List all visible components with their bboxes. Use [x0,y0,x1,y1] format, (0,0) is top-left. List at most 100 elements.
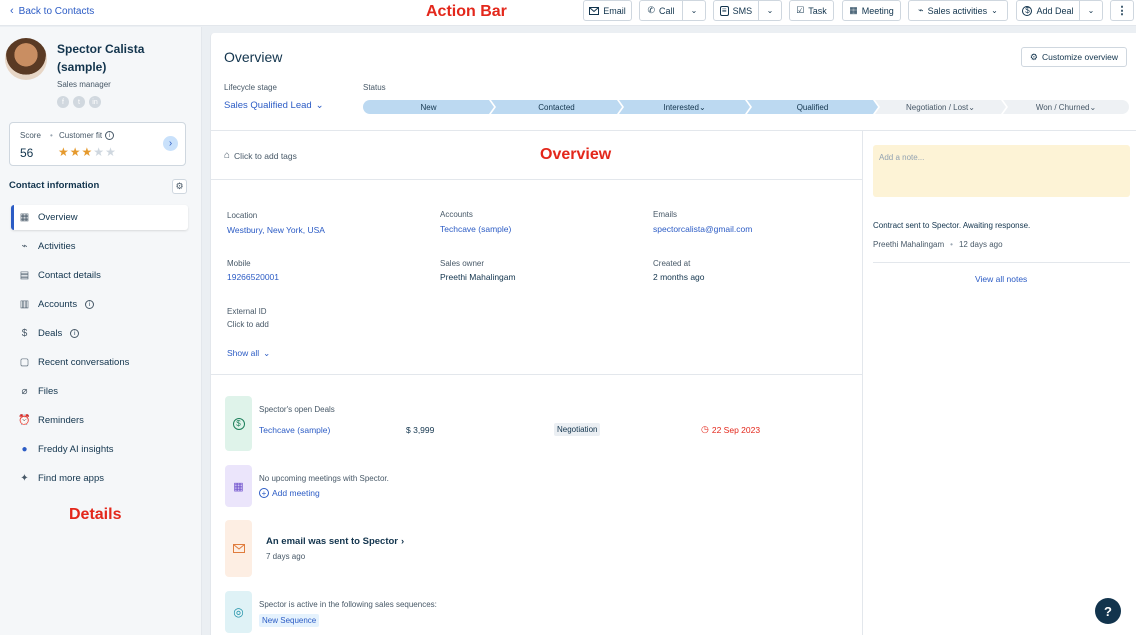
accounts-value[interactable]: Techcave (sample) [440,224,511,234]
sidebar-item-overview[interactable]: ▦ Overview [11,205,188,230]
mobile-value[interactable]: 19266520001 [227,272,279,282]
contact-name-line2: (sample) [57,60,107,74]
help-button[interactable]: ? [1095,598,1121,624]
meeting-label: Meeting [861,5,894,16]
sidebar-item-label: Accounts [38,299,78,310]
sidebar-item-accounts[interactable]: ▥ Accounts i [11,292,188,317]
status-stage-contacted[interactable]: Contacted [491,100,622,114]
sidebar-item-reminders[interactable]: ⏰ Reminders [11,408,188,433]
status-stage-negotiation-lost[interactable]: Negotiation / Lost ⌄ [875,100,1006,114]
contact-role: Sales manager [57,80,111,89]
task-button[interactable]: ☑ Task [789,0,834,21]
sales-owner-value: Preethi Mahalingam [440,272,516,282]
deal-close-date: ◷ 22 Sep 2023 [701,424,760,435]
add-note-input[interactable]: Add a note... [873,145,1130,197]
customize-overview-button[interactable]: ⚙ Customize overview [1021,47,1127,67]
add-meeting-link[interactable]: + Add meeting [259,488,320,498]
divider [873,262,1130,263]
info-icon[interactable]: i [70,329,80,338]
dot-separator: • [950,240,953,249]
sidebar-item-label: Deals [38,328,63,339]
sales-activities-button[interactable]: ⌁ Sales activities ⌄ [908,0,1008,21]
status-pipeline: New Contacted Interested ⌄ Qualified Negotia… [363,100,1129,114]
chevron-down-icon: ⌄ [991,6,998,15]
show-all-link[interactable]: Show all ⌄ [227,348,270,359]
overview-annotation: Overview [540,146,612,163]
add-deal-button[interactable]: $ Add Deal [1016,0,1080,21]
deal-stage-badge: Negotiation [554,423,601,436]
email-activity-link[interactable]: An email was sent to Spector › [266,536,404,547]
note-time: 12 days ago [958,240,1003,249]
score-expand-button[interactable]: › [163,136,178,151]
external-id-value[interactable]: Click to add [227,320,269,329]
add-tags-link[interactable]: ⌂ Click to add tags [224,150,297,161]
customer-fit-label: Customer fit [59,131,103,140]
more-actions-button[interactable]: ⋮ [1110,0,1134,21]
star-filled-icon: ★ [81,145,93,159]
lifecycle-stage-dropdown[interactable]: Sales Qualified Lead ⌄ [224,100,324,111]
sequence-tag[interactable]: New Sequence [259,614,320,627]
page-title: Overview [224,49,283,65]
chevron-right-icon: › [400,536,405,547]
clock-icon: ◷ [701,424,709,434]
dollar-circle-icon: $ [1022,5,1033,16]
sms-dropdown-button[interactable]: ⌄ [758,0,782,21]
sidebar-item-find-more-apps[interactable]: ✦ Find more apps [11,466,188,491]
facebook-icon[interactable]: f [57,96,69,108]
status-stage-won-churned[interactable]: Won / Churned ⌄ [1003,100,1129,114]
emails-value[interactable]: spectorcalista@gmail.com [653,224,752,234]
sales-activities-label: Sales activities [927,5,988,16]
pulse-icon: ⌁ [21,241,28,252]
deal-name[interactable]: Techcave (sample) [259,425,330,435]
alarm-icon: ⏰ [18,415,31,426]
call-button[interactable]: ✆ Call [639,0,683,21]
plus-circle-icon: + [259,488,269,498]
sidebar-item-label: Reminders [38,415,84,426]
pulse-icon: ⌁ [918,5,924,15]
view-all-notes-link[interactable]: View all notes [975,274,1027,284]
sidebar-item-contact-details[interactable]: ▤ Contact details [11,263,188,288]
add-meeting-label: Add meeting [272,488,320,498]
chevron-down-icon: ⌄ [1089,102,1097,112]
gear-icon: ⚙ [1029,51,1038,62]
customer-fit-stars: ★ ★ ★ ★ ★ [58,145,116,159]
add-deal-dropdown-button[interactable]: ⌄ [1079,0,1103,21]
settings-button[interactable]: ⚙ [172,179,187,194]
sidebar-item-freddy-ai-insights[interactable]: ● Freddy AI insights [11,437,188,462]
status-stage-new[interactable]: New [363,100,494,114]
status-stage-interested[interactable]: Interested ⌄ [619,100,750,114]
task-label: Task [808,5,827,16]
score-label: Score [20,131,41,140]
kebab-menu-icon: ⋮ [1116,5,1128,17]
status-stage-qualified[interactable]: Qualified [747,100,878,114]
sequences-text: Spector is active in the following sales… [259,600,437,609]
star-filled-icon: ★ [69,145,81,159]
info-icon[interactable]: i [105,131,115,140]
sms-button[interactable]: ≡ SMS [713,0,759,21]
sidebar-item-deals[interactable]: $ Deals i [11,321,188,346]
email-button[interactable]: Email [583,0,632,21]
call-dropdown-button[interactable]: ⌄ [682,0,706,21]
chevron-down-icon: ⌄ [698,102,706,112]
twitter-icon[interactable]: t [73,96,85,108]
sidebar-item-recent-conversations[interactable]: ▢ Recent conversations [11,350,188,375]
info-icon[interactable]: i [85,300,95,309]
chevron-left-icon: ‹ [10,5,14,17]
phone-icon: ✆ [647,5,656,15]
star-empty-icon: ★ [105,145,116,159]
chevron-down-icon: ⌄ [1087,6,1095,15]
status-stage-label: Interested [663,102,699,112]
sidebar-item-files[interactable]: ⌀ Files [11,379,188,404]
divider [211,374,862,375]
overview-main: Overview ⚙ Customize overview Lifecycle … [210,33,1136,635]
location-value[interactable]: Westbury, New York, USA [227,225,325,235]
back-to-contacts-link[interactable]: ‹ Back to Contacts [10,5,94,17]
meeting-button[interactable]: ▦ Meeting [842,0,901,21]
action-bar-annotation: Action Bar [426,3,507,20]
chevron-down-icon: ⌄ [766,6,774,15]
sidebar-item-activities[interactable]: ⌁ Activities [11,234,188,259]
tag-icon: ⌂ [224,150,231,161]
add-deal-label: Add Deal [1036,5,1074,16]
linkedin-icon[interactable]: in [89,96,101,108]
sequences-tile: ◎ [225,591,252,633]
